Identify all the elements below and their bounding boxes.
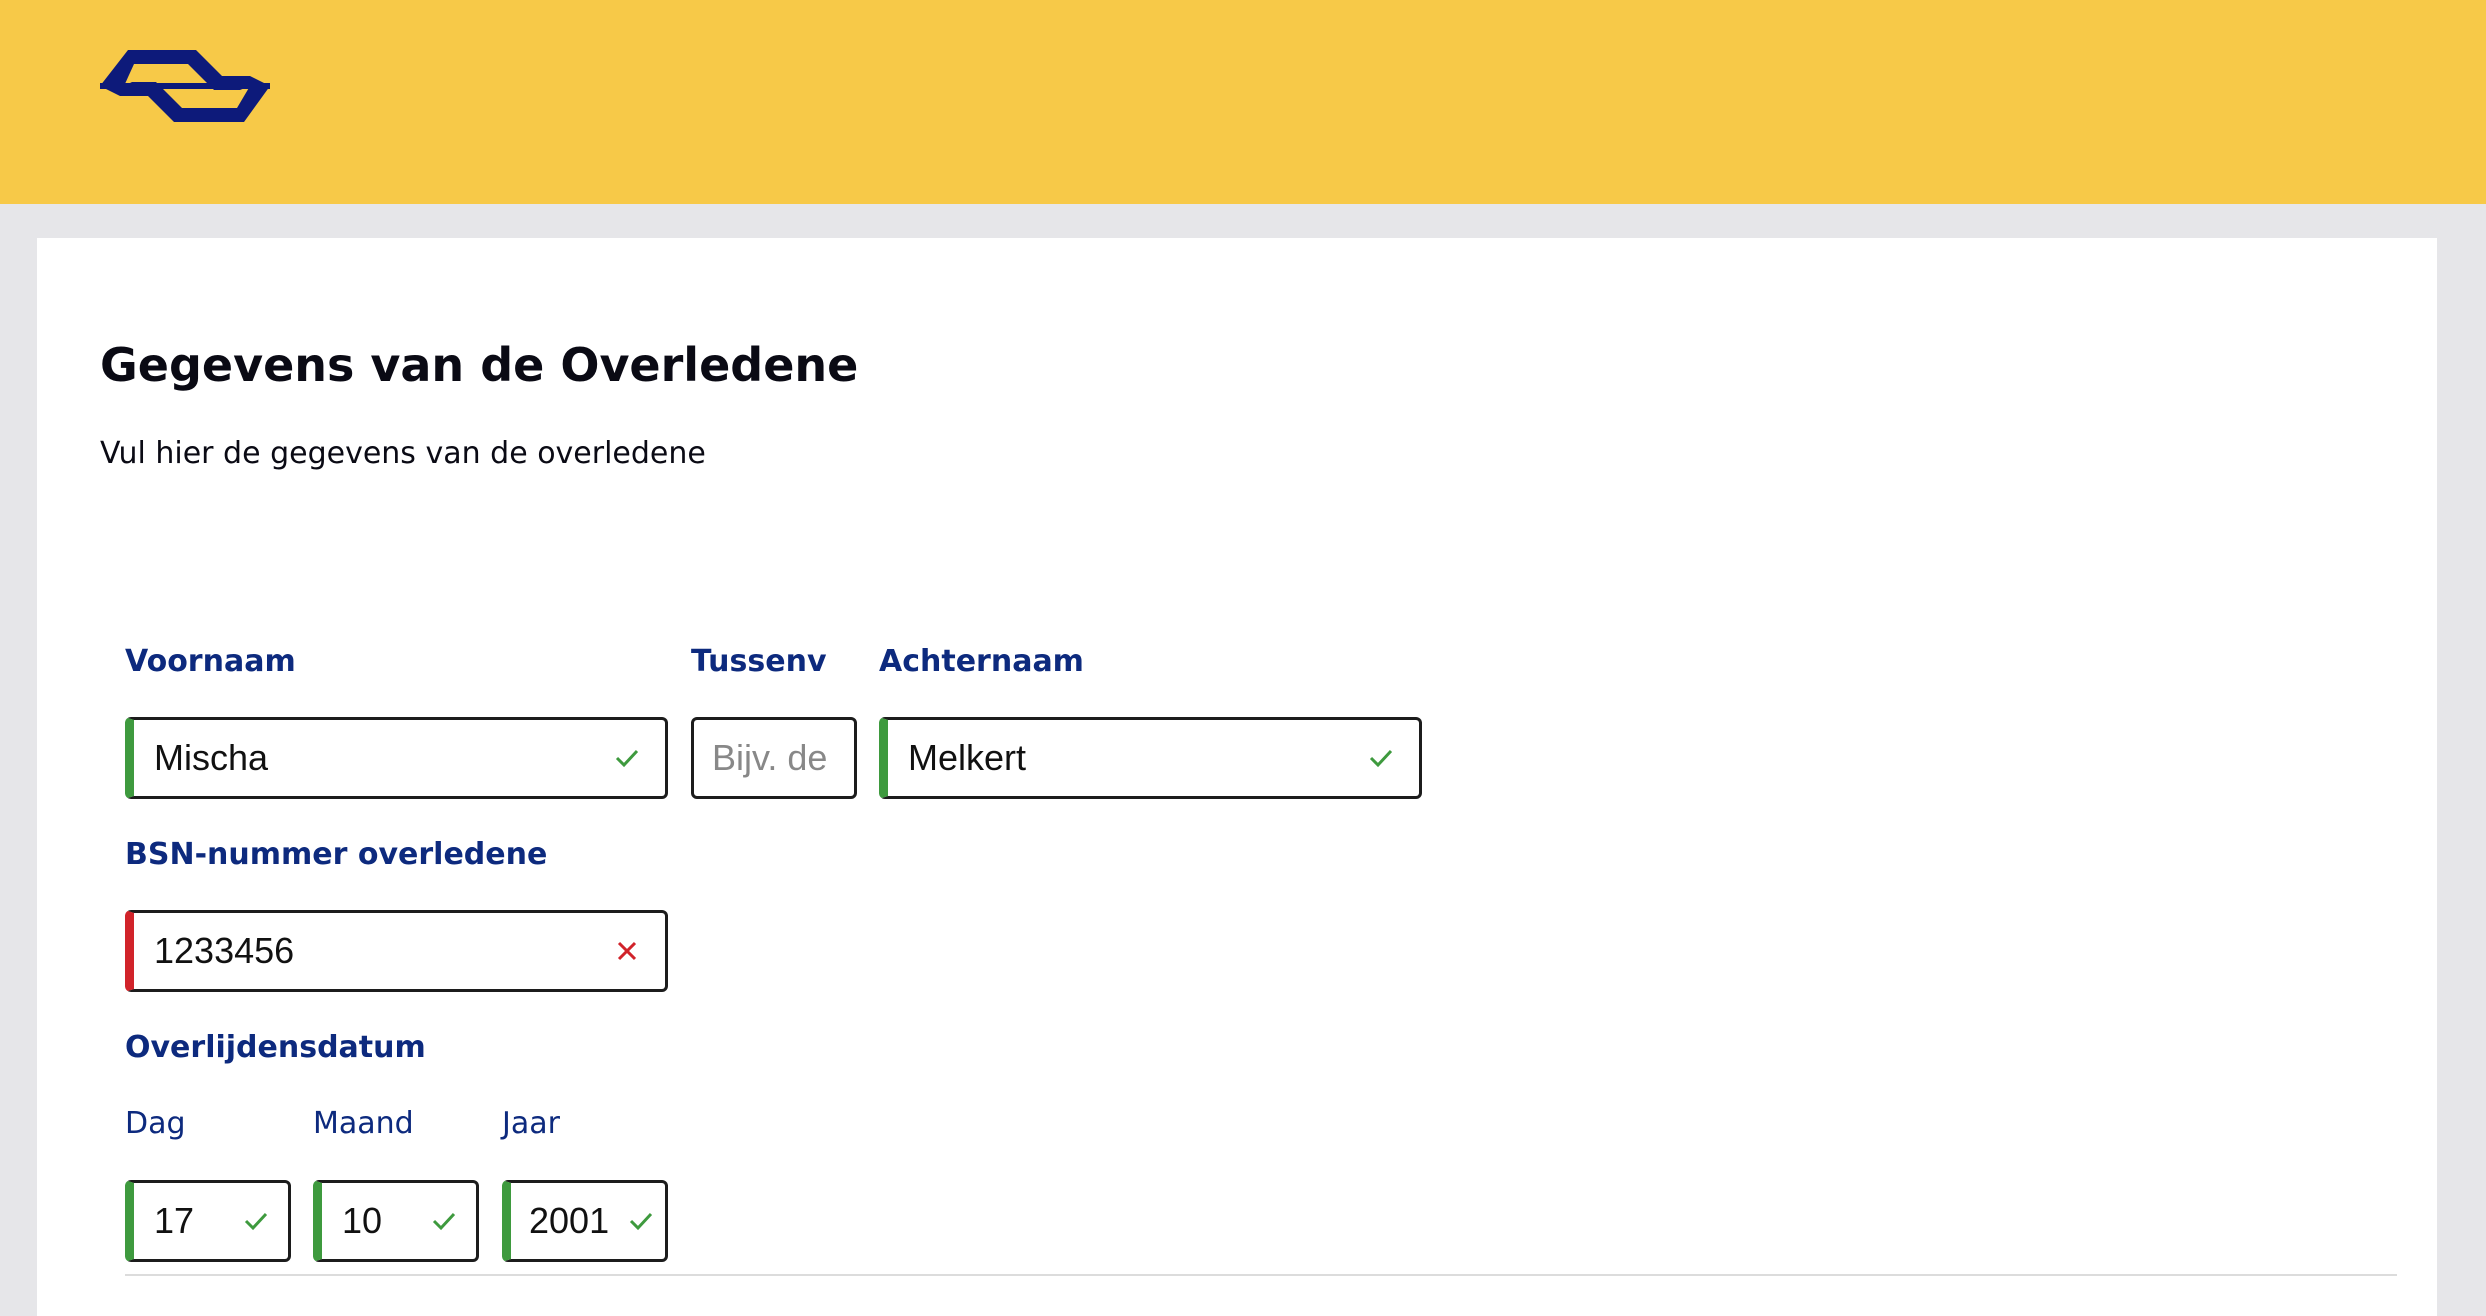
tussenvoegsel-field[interactable]	[691, 717, 857, 799]
maand-field[interactable]	[313, 1180, 479, 1262]
achternaam-label: Achternaam	[879, 644, 1084, 679]
section-divider	[125, 1274, 2397, 1276]
voornaam-label: Voornaam	[125, 644, 296, 679]
page-title: Gegevens van de Overledene	[100, 338, 859, 392]
check-icon	[432, 1212, 456, 1231]
achternaam-field[interactable]	[879, 717, 1422, 799]
jaar-field[interactable]	[502, 1180, 668, 1262]
error-x-icon	[617, 941, 637, 961]
jaar-label: Jaar	[502, 1106, 560, 1141]
bsn-field[interactable]	[125, 910, 668, 992]
form-card: Gegevens van de Overledene Vul hier de g…	[37, 238, 2437, 1316]
ns-logo-icon[interactable]	[100, 50, 270, 122]
page-subtitle: Vul hier de gegevens van de overledene	[100, 436, 706, 471]
check-icon	[615, 749, 639, 768]
dag-label: Dag	[125, 1106, 186, 1141]
maand-label: Maand	[313, 1106, 414, 1141]
header-bar	[0, 0, 2486, 204]
bsn-input[interactable]	[134, 913, 665, 989]
check-icon	[1369, 749, 1393, 768]
check-icon	[629, 1212, 653, 1231]
tussenvoegsel-input[interactable]	[694, 720, 854, 796]
voornaam-input[interactable]	[134, 720, 665, 796]
achternaam-input[interactable]	[888, 720, 1419, 796]
dag-field[interactable]	[125, 1180, 291, 1262]
bsn-label: BSN-nummer overledene	[125, 837, 548, 872]
voornaam-field[interactable]	[125, 717, 668, 799]
tussenvoegsel-label: Tussenv	[691, 644, 827, 679]
overlijdensdatum-label: Overlijdensdatum	[125, 1030, 426, 1065]
check-icon	[244, 1212, 268, 1231]
